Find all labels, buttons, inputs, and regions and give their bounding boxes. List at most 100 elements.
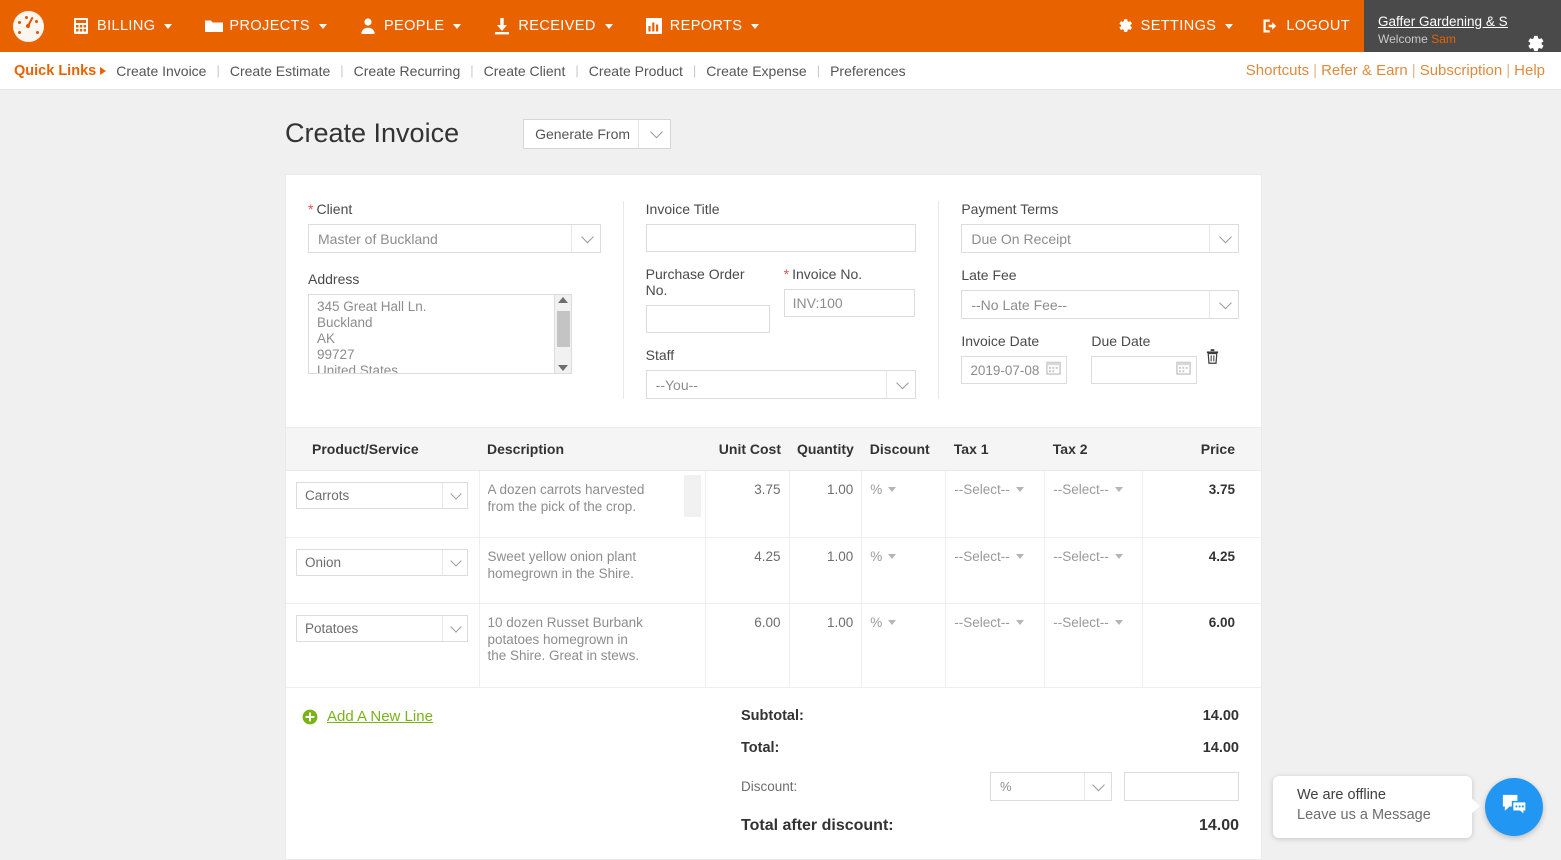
cell-unit-cost[interactable]: 4.25 [705,537,790,604]
form-column-payment: Payment Terms Due On Receipt Late Fee --… [939,201,1261,399]
cell-quantity[interactable]: 1.00 [789,603,863,688]
payment-terms-select[interactable]: Due On Receipt [961,224,1239,253]
tax1-value: --Select-- [954,482,1010,497]
nav-item-received[interactable]: RECEIVED [477,0,628,52]
add-new-line-row: Add A New Line [286,708,741,835]
discount-type-select[interactable]: % [870,482,897,497]
delete-due-date-button[interactable] [1205,348,1220,370]
scroll-down-icon[interactable] [558,365,568,371]
invoice-no-input[interactable]: INV:100 [783,289,915,317]
nav-item-projects[interactable]: PROJECTS [188,0,343,52]
product-select[interactable]: Carrots [296,482,468,509]
discount-type-select[interactable]: % [870,549,897,564]
table-header-row: Product/Service Description Unit Cost Qu… [286,427,1261,471]
nav-item-settings[interactable]: SETTINGS [1102,0,1248,52]
cell-quantity[interactable]: 1.00 [789,470,863,538]
late-fee-select[interactable]: --No Late Fee-- [961,290,1239,319]
purchase-order-input[interactable] [645,305,770,333]
link-shortcuts[interactable]: Shortcuts [1246,62,1309,79]
plus-circle-icon[interactable] [302,709,318,730]
divider: | [340,63,344,78]
chevron-down-icon [450,620,462,633]
payment-terms-label: Payment Terms [961,201,1059,217]
generate-from-select[interactable]: Generate From [523,118,672,149]
client-select[interactable]: Master of Buckland [308,224,601,253]
link-help[interactable]: Help [1514,62,1545,79]
caret-right-icon [100,66,107,75]
cell-unit-cost[interactable]: 6.00 [705,603,790,688]
invoice-title-input[interactable] [645,224,917,252]
tax1-select[interactable]: --Select-- [954,615,1024,630]
product-select[interactable]: Onion [296,549,468,576]
total-after-discount-value: 14.00 [1198,817,1239,834]
description-textarea[interactable]: A dozen carrots harvested from the pick … [488,482,697,526]
nav-item-reports[interactable]: REPORTS [629,0,776,52]
late-fee-label: Late Fee [961,267,1017,283]
payment-terms-value: Due On Receipt [971,230,1071,247]
calendar-icon[interactable] [1176,360,1191,380]
description-text[interactable]: Sweet yellow onion plant homegrown in th… [488,549,650,582]
calendar-icon[interactable] [1046,360,1061,380]
discount-type-select[interactable]: % [870,615,897,630]
tax2-select[interactable]: --Select-- [1053,615,1123,630]
nav-item-people[interactable]: PEOPLE [343,0,477,52]
discount-type-value: % [870,482,883,497]
chevron-down-icon [896,376,910,389]
staff-select[interactable]: --You-- [645,370,917,399]
primary-nav-items: BILLING PROJECTS PEOPLE RECEIVED REPORTS [56,0,775,52]
cell-tax2: --Select-- [1044,537,1144,604]
product-select[interactable]: Potatoes [296,615,468,642]
app-logo[interactable] [0,10,56,42]
totals-list: Subtotal: 14.00 Total: 14.00 Discount: % [741,708,1261,835]
tax1-select[interactable]: --Select-- [954,482,1024,497]
divider: | [575,63,579,78]
tax2-value: --Select-- [1053,482,1109,497]
invoice-date-label: Invoice Date [961,333,1040,349]
scrollbar-thumb[interactable] [557,311,570,347]
address-scrollbar[interactable] [554,295,571,373]
tax2-select[interactable]: --Select-- [1053,482,1123,497]
quicklink-create-product[interactable]: Create Product [589,63,683,79]
due-date-field[interactable] [1091,356,1198,384]
quicklink-create-estimate[interactable]: Create Estimate [230,63,330,79]
description-text[interactable]: 10 dozen Russet Burbank potatoes homegro… [488,615,650,665]
divider: | [1313,62,1318,79]
quicklink-create-recurring[interactable]: Create Recurring [354,63,461,79]
nav-item-billing[interactable]: BILLING [56,0,188,52]
discount-type-select[interactable]: % [990,772,1112,801]
cell-description: Sweet yellow onion plant homegrown in th… [479,537,706,604]
chevron-down-icon [888,620,897,625]
address-textarea[interactable]: 345 Great Hall Ln. Buckland AK 99727 Uni… [308,294,572,374]
tax1-value: --Select-- [954,615,1010,630]
divider: | [470,63,474,78]
chat-launcher-button[interactable] [1485,778,1543,836]
discount-amount-input[interactable] [1124,772,1239,801]
cell-product: Potatoes [286,603,480,688]
invoice-date-field[interactable]: 2019-07-08 [961,356,1068,384]
quicklink-create-client[interactable]: Create Client [484,63,566,79]
page-title: Create Invoice [285,118,460,148]
total-row: Total: 14.00 [741,740,1239,756]
description-scrollbar[interactable] [683,475,701,517]
chat-message-bubble[interactable]: We are offline Leave us a Message [1273,776,1480,838]
link-subscription[interactable]: Subscription [1420,62,1503,79]
scroll-up-icon[interactable] [558,297,568,303]
tax1-select[interactable]: --Select-- [954,549,1024,564]
address-line: United States [317,363,399,374]
cell-discount: % [861,537,947,604]
add-new-line-link[interactable]: Add A New Line [327,708,433,725]
link-refer-and-earn[interactable]: Refer & Earn [1321,62,1408,79]
tax2-select[interactable]: --Select-- [1053,549,1123,564]
quicklink-create-expense[interactable]: Create Expense [706,63,806,79]
quicklink-create-invoice[interactable]: Create Invoice [116,63,206,79]
cell-quantity[interactable]: 1.00 [789,537,863,604]
nav-item-logout[interactable]: LOGOUT [1247,0,1364,52]
chat-bubbles-icon [1499,789,1530,825]
quicklink-preferences[interactable]: Preferences [830,63,905,79]
discount-type-value: % [870,615,883,630]
cell-unit-cost[interactable]: 3.75 [705,470,790,538]
tax1-value: --Select-- [954,549,1010,564]
client-value: Master of Buckland [318,230,438,247]
chevron-down-icon [604,23,613,29]
cell-discount: % [861,470,947,538]
